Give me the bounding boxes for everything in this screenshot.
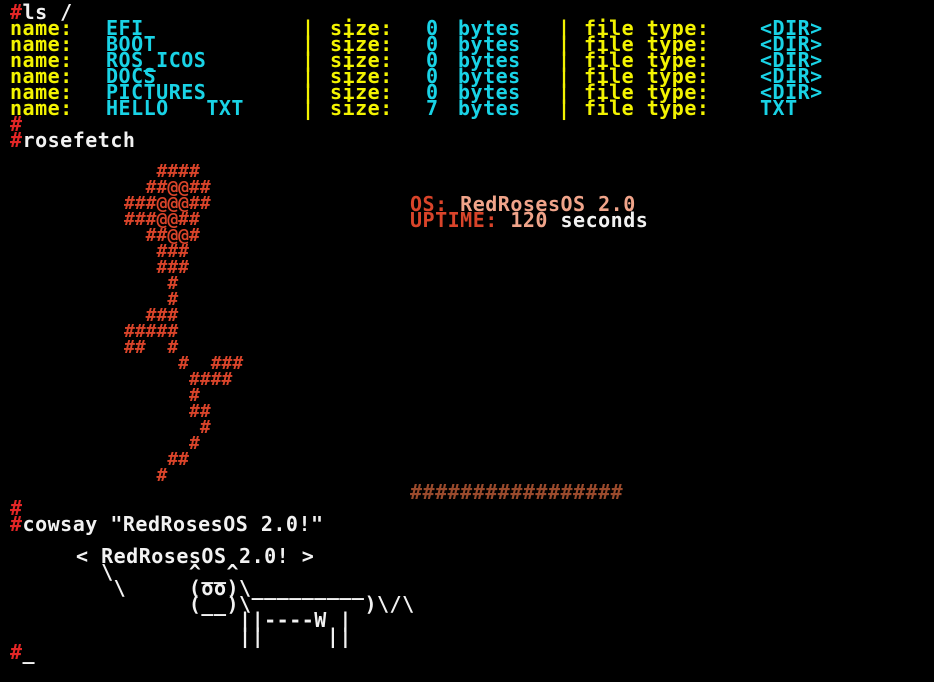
column-separator: | [558,96,571,120]
prompt-symbol: # [10,512,23,536]
uptime-value: 120 [510,208,548,232]
type-label: file type: [584,96,710,120]
column-separator: | [302,96,315,120]
rosefetch-command-line: #rosefetch [10,130,135,150]
prompt-symbol: # [10,640,23,664]
file-type: TXT [760,96,798,120]
cow-art-line: || || [76,624,352,648]
prompt-symbol: # [10,128,23,152]
uptime-unit: seconds [560,208,649,232]
file-size: 7 [426,96,439,120]
rose-art-line: # [124,465,168,486]
file-name: HELLO TXT [106,96,244,120]
uptime-info-line: UPTIME: 120 seconds [410,210,648,230]
bytes-unit: bytes [458,96,521,120]
color-stripe: ################# [410,480,624,504]
size-label: size: [330,96,393,120]
command-text: cowsay "RedRosesOS 2.0!" [22,512,324,536]
text-cursor: _ [22,640,36,664]
uptime-label: UPTIME: [410,208,498,232]
active-prompt-line[interactable]: #_ [10,642,35,662]
cowsay-command-line: #cowsay "RedRosesOS 2.0!" [10,514,324,534]
command-text: rosefetch [22,128,136,152]
